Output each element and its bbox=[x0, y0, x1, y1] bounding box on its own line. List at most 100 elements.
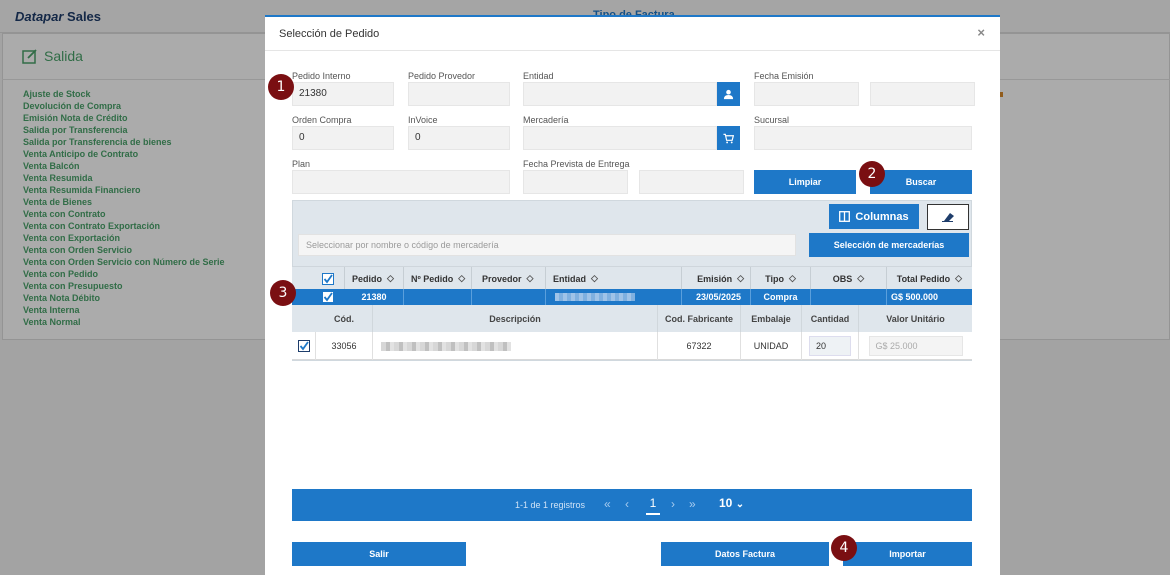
sort-icon: ◇ bbox=[737, 273, 744, 283]
salir-button[interactable]: Salir bbox=[292, 542, 466, 566]
fecha-emision-label: Fecha Emisión bbox=[754, 71, 814, 81]
col-tipo[interactable]: Tipo ◇ bbox=[751, 267, 811, 290]
orden-compra-label: Orden Compra bbox=[292, 115, 352, 125]
fecha-emision-desde-input[interactable] bbox=[754, 82, 859, 106]
entidad-input[interactable] bbox=[523, 82, 717, 106]
subheader-spacer bbox=[292, 305, 316, 332]
pedido-interno-label: Pedido Interno bbox=[292, 71, 351, 81]
cell-entidad bbox=[546, 289, 682, 305]
fecha-prevista-desde-input[interactable] bbox=[523, 170, 628, 194]
checkbox-checked-icon bbox=[322, 291, 334, 303]
pedido-proveedor-input[interactable] bbox=[408, 82, 510, 106]
col-n-pedido[interactable]: Nº Pedido ◇ bbox=[404, 267, 472, 290]
row-checkbox[interactable] bbox=[311, 289, 345, 305]
cell-valor-unitario: G$ 25.000 bbox=[859, 332, 972, 360]
subtable-header: Cód. Descripción Cod. Fabricante Embalaj… bbox=[292, 305, 972, 332]
checkbox-checked-icon bbox=[321, 272, 334, 285]
orden-compra-input[interactable]: 0 bbox=[292, 126, 394, 150]
page-size-select[interactable]: 10 ⌄ bbox=[719, 496, 744, 510]
sort-icon: ◇ bbox=[857, 273, 865, 283]
pagination-info: 1-1 de 1 registros bbox=[515, 500, 586, 510]
close-icon[interactable]: × bbox=[977, 25, 985, 40]
cell-pedido: 21380 bbox=[345, 289, 404, 305]
limpiar-button[interactable]: Limpiar bbox=[754, 170, 856, 194]
pagination-bar: 1-1 de 1 registros « ‹ 1 › » 10 ⌄ bbox=[292, 489, 972, 521]
cell-descripcion bbox=[373, 332, 658, 360]
datos-factura-button[interactable]: Datos Factura bbox=[661, 542, 829, 566]
col-cod: Cód. bbox=[316, 305, 373, 332]
chevron-down-icon: ⌄ bbox=[735, 499, 745, 510]
cell-proveedor bbox=[472, 289, 546, 305]
mercaderia-search-input[interactable]: Seleccionar por nombre o código de merca… bbox=[298, 234, 796, 256]
importar-button[interactable]: Importar bbox=[843, 542, 972, 566]
cell-cod: 33056 bbox=[316, 332, 373, 360]
cantidad-input[interactable]: 20 bbox=[809, 336, 851, 356]
table-row: 33056 67322 UNIDAD 20 G$ 25.000 bbox=[292, 332, 972, 360]
step-badge-2: 2 bbox=[859, 161, 885, 187]
col-obs[interactable]: OBS ◇ bbox=[811, 267, 887, 290]
fecha-prevista-hasta-input[interactable] bbox=[639, 170, 744, 194]
sort-icon: ◇ bbox=[788, 273, 796, 283]
sucursal-label: Sucursal bbox=[754, 115, 790, 125]
header-spacer bbox=[292, 267, 311, 290]
cell-obs bbox=[811, 289, 887, 305]
plan-input[interactable] bbox=[292, 170, 510, 194]
user-icon bbox=[723, 89, 734, 99]
current-page[interactable]: 1 bbox=[646, 496, 660, 515]
col-emision[interactable]: Emisión ◇ bbox=[682, 267, 751, 290]
eraser-icon bbox=[942, 213, 954, 222]
col-embalaje: Embalaje bbox=[741, 305, 802, 332]
item-checkbox[interactable] bbox=[292, 332, 316, 360]
buscar-button[interactable]: Buscar bbox=[870, 170, 972, 194]
cell-total: G$ 500.000 bbox=[891, 292, 939, 302]
col-descripcion: Descripción bbox=[373, 305, 658, 332]
sucursal-input[interactable] bbox=[754, 126, 972, 150]
pedido-proveedor-label: Pedido Provedor bbox=[408, 71, 476, 81]
modal-title: Selección de Pedido bbox=[279, 28, 380, 40]
select-all-checkbox[interactable] bbox=[311, 267, 345, 290]
next-page-icon[interactable]: › bbox=[671, 497, 675, 511]
sort-icon: ◇ bbox=[458, 273, 466, 283]
cell-tipo: Compra bbox=[751, 289, 811, 305]
seleccion-pedido-modal: Selección de Pedido × Pedido Interno 213… bbox=[265, 15, 1000, 575]
columns-icon bbox=[839, 211, 851, 222]
col-cod-fabricante: Cod. Fabricante bbox=[658, 305, 741, 332]
col-cantidad: Cantidad bbox=[802, 305, 859, 332]
invoice-input[interactable]: 0 bbox=[408, 126, 510, 150]
cell-n-pedido bbox=[404, 289, 472, 305]
seleccion-mercaderias-button[interactable]: Selección de mercaderías bbox=[809, 233, 969, 257]
cell-emision: 23/05/2025 bbox=[682, 289, 751, 305]
sort-icon: ◇ bbox=[955, 273, 962, 283]
col-valor-unitario: Valor Unitário bbox=[886, 313, 945, 324]
col-proveedor[interactable]: Provedor ◇ bbox=[472, 267, 546, 290]
invoice-label: InVoice bbox=[408, 115, 438, 125]
cell-cod-fabricante: 67322 bbox=[658, 332, 741, 360]
cell-embalaje: UNIDAD bbox=[741, 332, 802, 360]
checkbox-checked-icon bbox=[297, 340, 310, 352]
first-page-icon[interactable]: « bbox=[604, 497, 611, 511]
prev-page-icon[interactable]: ‹ bbox=[625, 497, 629, 511]
cell-cantidad: 20 bbox=[802, 332, 859, 360]
entidad-search-button[interactable] bbox=[717, 82, 740, 106]
columnas-button[interactable]: Columnas bbox=[829, 204, 919, 229]
sort-icon: ◇ bbox=[526, 273, 534, 283]
mercaderia-search-button[interactable] bbox=[717, 126, 740, 150]
fecha-prevista-label: Fecha Prevista de Entrega bbox=[523, 159, 630, 169]
modal-header: Selección de Pedido × bbox=[265, 17, 1000, 51]
col-pedido[interactable]: Pedido ◇ bbox=[345, 267, 404, 290]
last-page-icon[interactable]: » bbox=[689, 497, 696, 511]
col-entidad[interactable]: Entidad ◇ bbox=[546, 267, 682, 290]
eraser-button[interactable] bbox=[927, 204, 969, 230]
sort-icon: ◇ bbox=[591, 273, 598, 283]
mercaderia-input[interactable] bbox=[523, 126, 717, 150]
step-badge-1: 1 bbox=[268, 74, 294, 100]
col-total-pedido[interactable]: Total Pedido ◇ bbox=[887, 267, 972, 290]
pedido-interno-input[interactable]: 21380 bbox=[292, 82, 394, 106]
entidad-label: Entidad bbox=[523, 71, 554, 81]
plan-label: Plan bbox=[292, 159, 311, 169]
fecha-emision-hasta-input[interactable] bbox=[870, 82, 975, 106]
step-badge-4: 4 bbox=[831, 535, 857, 561]
table-row[interactable]: 21380 23/05/2025 Compra G$ 500.000 bbox=[292, 289, 972, 305]
table-header: Pedido ◇ Nº Pedido ◇ Provedor ◇ Entidad ◇ Em… bbox=[292, 266, 972, 290]
mercaderia-label: Mercadería bbox=[523, 115, 569, 125]
